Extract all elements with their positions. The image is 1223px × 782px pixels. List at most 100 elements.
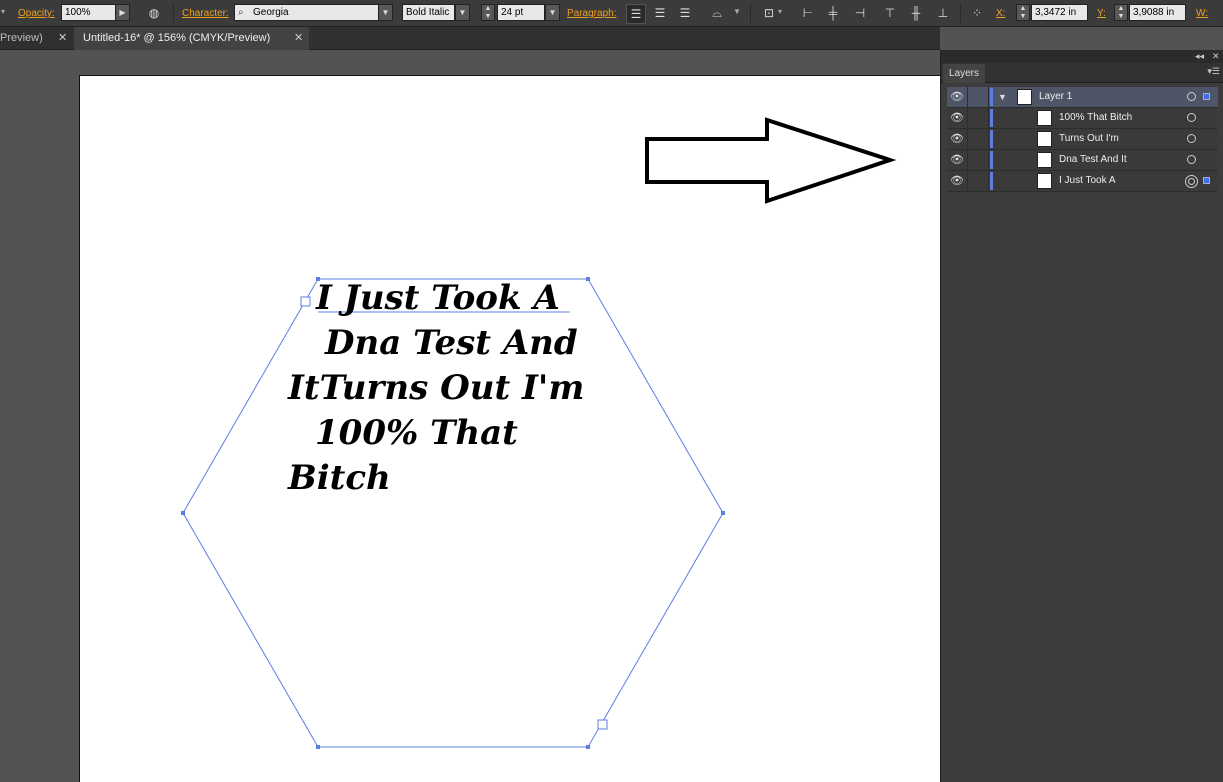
font-family-input[interactable]: ⌕ Georgia <box>234 4 379 21</box>
sublayer-row[interactable]: 👁 Turns Out I'm <box>947 129 1218 150</box>
align-horizontal-center-icon[interactable]: ╪ <box>824 4 842 22</box>
font-size-dropdown[interactable]: ▼ <box>545 4 560 21</box>
eye-icon[interactable]: 👁 <box>947 108 968 128</box>
y-stepper[interactable]: ▲ ▼ <box>1114 4 1128 21</box>
anchor-point[interactable] <box>586 277 590 281</box>
collapse-panel-icon[interactable]: ◂◂ <box>1195 50 1204 63</box>
target-circle-icon[interactable] <box>1187 113 1196 122</box>
layer-row[interactable]: 👁 ▼ Layer 1 <box>947 87 1218 108</box>
align-left-objects-icon[interactable]: ⊢ <box>799 4 817 22</box>
layer-name[interactable]: 100% That Bitch <box>1059 108 1132 128</box>
character-label[interactable]: Character: <box>182 8 229 19</box>
panel-menu-icon[interactable]: ▾☰ <box>1207 66 1220 77</box>
eye-icon[interactable]: 👁 <box>947 129 968 149</box>
transform-icon[interactable]: ⊡ <box>760 4 778 22</box>
target-circle-icon[interactable] <box>1187 92 1196 101</box>
out-port-handle[interactable] <box>597 719 608 730</box>
font-style-dropdown[interactable]: ▼ <box>455 4 470 21</box>
lock-toggle[interactable] <box>968 150 989 170</box>
text-line[interactable]: I Just Took A <box>316 278 560 318</box>
lock-toggle[interactable] <box>968 87 989 107</box>
sublayer-row[interactable]: 👁 100% That Bitch <box>947 108 1218 129</box>
layer-name[interactable]: Turns Out I'm <box>1059 129 1119 149</box>
opacity-dropdown[interactable]: ▶ <box>115 4 130 21</box>
recolor-artwork-icon[interactable]: ◍ <box>145 4 163 22</box>
selection-indicator[interactable] <box>1203 93 1210 100</box>
anchor-point[interactable] <box>316 745 320 749</box>
control-bar: ▾ Opacity: 100% ▶ ◍ Character: ⌕ Georgia… <box>0 0 1223 27</box>
text-line[interactable]: Dna Test And <box>325 323 578 363</box>
selection-indicator[interactable] <box>1203 177 1210 184</box>
reference-point-icon[interactable]: ⁘ <box>968 4 986 22</box>
layers-list: 👁 ▼ Layer 1 👁 100% That Bitch 👁 Turns Ou… <box>947 87 1218 192</box>
sublayer-row[interactable]: 👁 Dna Test And It <box>947 150 1218 171</box>
expand-triangle-icon[interactable]: ▼ <box>998 87 1007 107</box>
x-label[interactable]: X: <box>996 8 1005 19</box>
align-top-icon[interactable]: ⊤ <box>881 4 899 22</box>
lock-toggle[interactable] <box>968 171 989 191</box>
layer-color-bar <box>990 130 993 148</box>
document-tab[interactable]: Preview) ✕ <box>0 27 72 50</box>
layer-thumbnail <box>1037 110 1052 126</box>
anchor-point[interactable] <box>181 511 185 515</box>
layer-thumbnail <box>1037 152 1052 168</box>
anchor-point[interactable] <box>586 745 590 749</box>
target-circle-icon[interactable] <box>1187 155 1196 164</box>
layer-color-bar <box>990 172 993 190</box>
lock-toggle[interactable] <box>968 129 989 149</box>
close-icon[interactable]: ✕ <box>294 27 303 50</box>
text-line[interactable]: 100% That <box>315 413 518 453</box>
align-bottom-icon[interactable]: ⊥ <box>934 4 952 22</box>
target-circle-selected-icon[interactable] <box>1185 175 1198 188</box>
sublayer-row[interactable]: 👁 I Just Took A <box>947 171 1218 192</box>
layer-thumbnail <box>1017 89 1032 105</box>
eye-icon[interactable]: 👁 <box>947 87 968 107</box>
x-stepper[interactable]: ▲ ▼ <box>1016 4 1030 21</box>
align-vertical-center-icon[interactable]: ╫ <box>907 4 925 22</box>
opacity-label[interactable]: Opacity: <box>18 8 55 19</box>
align-right-icon[interactable]: ☰ <box>676 4 694 22</box>
layer-thumbnail <box>1037 173 1052 189</box>
eye-icon[interactable]: 👁 <box>947 171 968 191</box>
tab-label: Untitled-16* @ 156% (CMYK/Preview) <box>83 32 271 44</box>
text-line[interactable]: ItTurns Out I'm <box>288 368 584 408</box>
panel-tab-bar: Layers ▾☰ <box>941 63 1223 83</box>
in-port-handle[interactable] <box>300 296 311 307</box>
panel-header: ◂◂ ✕ <box>941 50 1223 63</box>
close-icon[interactable]: ✕ <box>1212 50 1220 63</box>
chevron-down-icon[interactable]: ▾ <box>1 7 5 16</box>
layer-color-bar <box>990 151 993 169</box>
close-icon[interactable]: ✕ <box>58 27 67 50</box>
envelope-warp-icon[interactable]: ⌓ <box>708 4 726 22</box>
eye-icon[interactable]: 👁 <box>947 150 968 170</box>
font-family-dropdown[interactable]: ▼ <box>378 4 393 21</box>
font-family-value: Georgia <box>253 7 289 18</box>
align-left-icon[interactable]: ☰ <box>626 4 646 24</box>
chevron-down-icon[interactable]: ▼ <box>733 7 741 16</box>
x-input[interactable]: 3,3472 in <box>1031 4 1088 21</box>
target-circle-icon[interactable] <box>1187 134 1196 143</box>
layer-name[interactable]: Dna Test And It <box>1059 150 1127 170</box>
align-right-objects-icon[interactable]: ⊣ <box>851 4 869 22</box>
font-size-stepper[interactable]: ▲ ▼ <box>481 4 495 21</box>
anchor-point[interactable] <box>721 511 725 515</box>
paragraph-label[interactable]: Paragraph: <box>567 8 616 19</box>
font-style-input[interactable]: Bold Italic <box>402 4 455 21</box>
separator <box>960 3 961 23</box>
layers-panel: ◂◂ ✕ Layers ▾☰ 👁 ▼ Layer 1 👁 100% That B… <box>940 50 1223 782</box>
opacity-input[interactable]: 100% <box>61 4 116 21</box>
arrow-shape[interactable] <box>645 117 897 204</box>
chevron-down-icon[interactable]: ▾ <box>778 7 782 16</box>
y-input[interactable]: 3,9088 in <box>1129 4 1186 21</box>
font-size-input[interactable]: 24 pt <box>497 4 545 21</box>
canvas-area[interactable]: I Just Took A Dna Test And ItTurns Out I… <box>0 50 940 782</box>
align-center-icon[interactable]: ☰ <box>651 4 669 22</box>
y-label[interactable]: Y: <box>1097 8 1106 19</box>
tab-layers[interactable]: Layers <box>943 64 985 83</box>
layer-name[interactable]: Layer 1 <box>1039 87 1072 107</box>
document-tab-active[interactable]: Untitled-16* @ 156% (CMYK/Preview) ✕ <box>74 27 309 50</box>
text-line[interactable]: Bitch <box>288 458 391 498</box>
layer-name[interactable]: I Just Took A <box>1059 171 1116 191</box>
lock-toggle[interactable] <box>968 108 989 128</box>
w-label[interactable]: W: <box>1196 8 1208 19</box>
